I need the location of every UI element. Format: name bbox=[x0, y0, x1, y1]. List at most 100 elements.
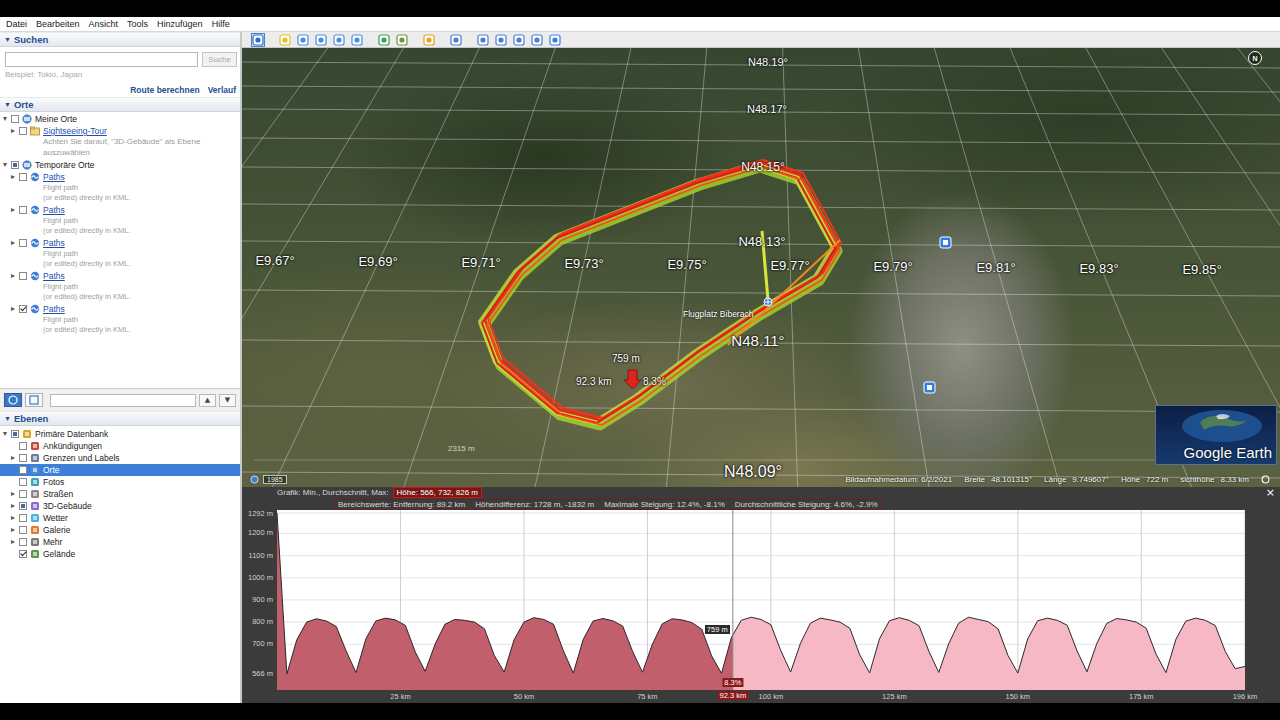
search-link[interactable]: Route berechnen bbox=[130, 85, 199, 95]
tree-label[interactable]: Temporäre Orte bbox=[35, 160, 95, 170]
globe-view-button[interactable] bbox=[4, 393, 22, 407]
places-item[interactable]: ▸PathsFlight path(or edited) directly in… bbox=[0, 171, 240, 204]
layer-label[interactable]: 3D-Gebäude bbox=[43, 501, 92, 511]
layer-label[interactable]: Wetter bbox=[43, 513, 68, 523]
expand-arrow[interactable]: ▸ bbox=[11, 454, 19, 462]
expand-arrow[interactable]: ▸ bbox=[11, 239, 19, 247]
menu-item[interactable]: Hilfe bbox=[212, 19, 230, 29]
search-link[interactable]: Verlauf bbox=[208, 85, 236, 95]
places-item[interactable]: ▸PathsFlight path(or edited) directly in… bbox=[0, 237, 240, 270]
airfield-pin-icon[interactable] bbox=[764, 298, 772, 306]
toolbar-button[interactable] bbox=[422, 33, 436, 47]
layer-label[interactable]: Mehr bbox=[43, 537, 62, 547]
checkbox[interactable] bbox=[19, 206, 27, 214]
expand-arrow[interactable]: ▸ bbox=[11, 305, 19, 313]
toolbar-button[interactable] bbox=[251, 33, 265, 47]
expand-arrow[interactable]: ▸ bbox=[11, 538, 19, 546]
close-button[interactable]: × bbox=[1264, 488, 1277, 497]
checkbox[interactable] bbox=[11, 430, 19, 438]
menu-item[interactable]: Ansicht bbox=[89, 19, 119, 29]
expand-arrow[interactable]: ▸ bbox=[11, 526, 19, 534]
checkbox[interactable] bbox=[19, 305, 27, 313]
search-button[interactable]: Suche bbox=[202, 52, 237, 67]
layer-item[interactable]: ▾ Primäre Datenbank bbox=[0, 428, 240, 440]
layers-header[interactable]: ▼Ebenen bbox=[0, 411, 240, 426]
profile-chart[interactable] bbox=[277, 510, 1245, 690]
checkbox[interactable] bbox=[19, 442, 27, 450]
layer-label[interactable]: Primäre Datenbank bbox=[35, 429, 108, 439]
tree-row[interactable]: ▸ Paths bbox=[0, 270, 240, 282]
cursor-line[interactable] bbox=[732, 510, 733, 690]
places-item[interactable]: ▸PathsFlight path(or edited) directly in… bbox=[0, 270, 240, 303]
places-search-input[interactable] bbox=[50, 394, 196, 407]
tree-row[interactable]: ▾Meine Orte bbox=[0, 113, 240, 125]
tree-row[interactable]: ▸ Paths bbox=[0, 303, 240, 315]
expand-arrow[interactable]: ▾ bbox=[3, 430, 11, 438]
checkbox[interactable] bbox=[11, 161, 19, 169]
toolbar-button[interactable] bbox=[494, 33, 508, 47]
panel-view-button[interactable] bbox=[25, 393, 43, 407]
expand-arrow[interactable]: ▸ bbox=[11, 490, 19, 498]
checkbox[interactable] bbox=[19, 502, 27, 510]
layer-item[interactable]: ▸ Wetter bbox=[0, 512, 240, 524]
expand-arrow[interactable]: ▸ bbox=[11, 272, 19, 280]
layer-label[interactable]: Grenzen und Labels bbox=[43, 453, 120, 463]
tree-row[interactable]: ▸ Paths bbox=[0, 171, 240, 183]
tree-label[interactable]: Paths bbox=[43, 205, 65, 215]
toolbar-button[interactable] bbox=[476, 33, 490, 47]
checkbox[interactable] bbox=[19, 538, 27, 546]
tree-label[interactable]: Sightseeing-Tour bbox=[43, 126, 107, 136]
places-item[interactable]: ▸PathsFlight path(or edited) directly in… bbox=[0, 303, 240, 336]
search-header[interactable]: ▼Suchen bbox=[0, 32, 240, 47]
expand-arrow[interactable]: ▸ bbox=[11, 127, 19, 135]
toolbar-button[interactable] bbox=[332, 33, 346, 47]
layer-label[interactable]: Ankündigungen bbox=[43, 441, 102, 451]
tree-row[interactable]: ▸ Paths bbox=[0, 237, 240, 249]
menu-item[interactable]: Bearbeiten bbox=[36, 19, 80, 29]
layer-item[interactable]: ▸3D-Gebäude bbox=[0, 500, 240, 512]
tree-label[interactable]: Paths bbox=[43, 304, 65, 314]
layer-item[interactable]: ▸ Straßen bbox=[0, 488, 240, 500]
tree-label[interactable]: Paths bbox=[43, 172, 65, 182]
checkbox[interactable] bbox=[19, 173, 27, 181]
tree-row[interactable]: ▾ Temporäre Orte bbox=[0, 159, 240, 171]
layer-item[interactable]: Orte bbox=[0, 464, 240, 476]
layer-item[interactable]: Gelände bbox=[0, 548, 240, 560]
menu-item[interactable]: Datei bbox=[6, 19, 27, 29]
toolbar-button[interactable] bbox=[548, 33, 562, 47]
toolbar-button[interactable] bbox=[449, 33, 463, 47]
layer-item[interactable]: ▸ Mehr bbox=[0, 536, 240, 548]
toolbar-button[interactable] bbox=[395, 33, 409, 47]
tree-label[interactable]: Paths bbox=[43, 271, 65, 281]
tree-label[interactable]: Paths bbox=[43, 238, 65, 248]
expand-arrow[interactable]: ▸ bbox=[11, 514, 19, 522]
checkbox[interactable] bbox=[11, 115, 19, 123]
checkbox[interactable] bbox=[19, 526, 27, 534]
map-view[interactable]: E9.67°E9.69°E9.71°E9.73°E9.75°E9.77°E9.7… bbox=[242, 48, 1280, 487]
search-input[interactable] bbox=[5, 52, 198, 67]
layer-item[interactable]: ▸ Galerie bbox=[0, 524, 240, 536]
expand-arrow[interactable]: ▾ bbox=[3, 161, 11, 169]
checkbox[interactable] bbox=[19, 466, 27, 474]
places-item[interactable]: ▾ Temporäre Orte bbox=[0, 159, 240, 171]
menu-item[interactable]: Tools bbox=[127, 19, 148, 29]
layer-label[interactable]: Fotos bbox=[43, 477, 64, 487]
places-item[interactable]: ▸PathsFlight path(or edited) directly in… bbox=[0, 204, 240, 237]
compass[interactable]: N bbox=[1248, 51, 1262, 65]
tree-row[interactable]: ▸ Paths bbox=[0, 204, 240, 216]
tree-label[interactable]: Meine Orte bbox=[35, 114, 77, 124]
checkbox[interactable] bbox=[19, 239, 27, 247]
nav-arrow-button[interactable]: ▼ bbox=[219, 394, 236, 407]
station-pin-icon[interactable] bbox=[924, 382, 935, 393]
checkbox[interactable] bbox=[19, 478, 27, 486]
layer-label[interactable]: Galerie bbox=[43, 525, 70, 535]
profile-highlight[interactable]: Höhe: 566, 732, 826 m bbox=[393, 487, 482, 498]
layer-item[interactable]: ▸ Grenzen und Labels bbox=[0, 452, 240, 464]
expand-arrow[interactable]: ▸ bbox=[11, 173, 19, 181]
imagery-year[interactable]: 1985 bbox=[263, 475, 287, 484]
checkbox[interactable] bbox=[19, 514, 27, 522]
layer-label[interactable]: Straßen bbox=[43, 489, 73, 499]
expand-arrow[interactable]: ▸ bbox=[11, 206, 19, 214]
layer-label[interactable]: Orte bbox=[43, 465, 60, 475]
layer-item[interactable]: Fotos bbox=[0, 476, 240, 488]
